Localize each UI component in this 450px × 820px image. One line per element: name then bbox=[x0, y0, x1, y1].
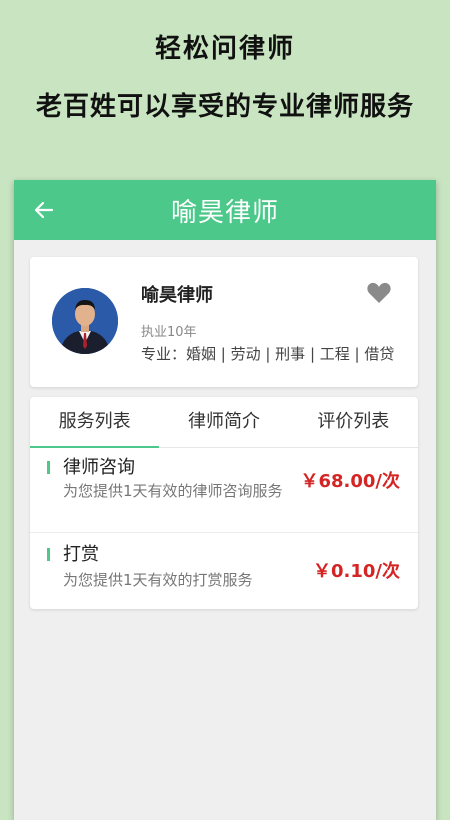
top-bar: 喻昊律师 bbox=[14, 180, 436, 240]
tab-bar: 服务列表 律师简介 评价列表 bbox=[30, 397, 418, 448]
practice-years: 执业10年 bbox=[141, 325, 197, 340]
service-desc: 为您提供1天有效的打赏服务 bbox=[63, 571, 253, 589]
service-price: ￥68.00/次 bbox=[300, 471, 400, 492]
item-marker bbox=[47, 461, 50, 474]
avatar bbox=[52, 288, 118, 354]
lawyer-profile-card: 喻昊律师 执业10年 专业：婚姻 | 劳动 | 刑事 | 工程 | 借贷 bbox=[30, 257, 418, 387]
tab-review-list[interactable]: 评价列表 bbox=[289, 397, 418, 447]
promo-headline: 轻松问律师 bbox=[154, 34, 295, 64]
list-item[interactable]: 打赏 为您提供1天有效的打赏服务 ￥0.10/次 bbox=[30, 533, 418, 609]
tab-lawyer-intro[interactable]: 律师简介 bbox=[159, 397, 288, 447]
tab-service-list[interactable]: 服务列表 bbox=[30, 397, 160, 448]
heart-icon bbox=[367, 282, 391, 303]
page-title: 喻昊律师 bbox=[170, 198, 279, 228]
favorite-button[interactable] bbox=[366, 281, 394, 307]
app-screen: 喻昊律师 喻昊律师 执业10年 专业：婚姻 | 劳动 | 刑事 | 工程 | 借… bbox=[14, 180, 436, 820]
service-title: 打赏 bbox=[63, 544, 99, 565]
specialty-list: 专业：婚姻 | 劳动 | 刑事 | 工程 | 借贷 bbox=[141, 345, 395, 363]
lawyer-avatar-image bbox=[52, 288, 118, 354]
item-marker bbox=[47, 548, 50, 561]
service-card: 服务列表 律师简介 评价列表 律师咨询 为您提供1天有效的律师咨询服务 ￥68.… bbox=[30, 397, 418, 609]
list-item[interactable]: 律师咨询 为您提供1天有效的律师咨询服务 ￥68.00/次 bbox=[30, 448, 418, 533]
service-title: 律师咨询 bbox=[63, 457, 135, 478]
service-price: ￥0.10/次 bbox=[313, 561, 400, 582]
lawyer-name: 喻昊律师 bbox=[141, 285, 213, 306]
promo-subheadline: 老百姓可以享受的专业律师服务 bbox=[35, 92, 414, 122]
service-desc: 为您提供1天有效的律师咨询服务 bbox=[63, 482, 283, 500]
